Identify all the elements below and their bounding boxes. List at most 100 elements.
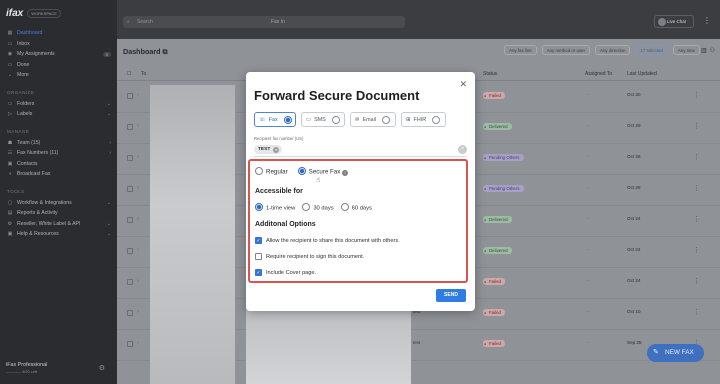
filter-fax-line[interactable]: Any fax line xyxy=(504,45,537,55)
channel-selector: ☏ Fax ▭ SMS ✉ Email ⊞ FHIR xyxy=(254,112,446,127)
more-options-icon[interactable]: ⋮ xyxy=(703,16,711,25)
new-fax-button[interactable]: ✎ NEW FAX xyxy=(647,344,704,362)
chevron-right-icon[interactable]: › xyxy=(137,340,139,346)
reports-icon: ▤ xyxy=(7,210,13,217)
sidebar-item-label: Dashboard xyxy=(17,30,43,37)
sidebar-item-more[interactable]: ⌄ More xyxy=(6,70,111,81)
row-more-icon[interactable]: ⋮ xyxy=(693,91,700,99)
sms-icon: ▭ xyxy=(306,117,312,123)
view-toggle-icons[interactable]: ▥⚇ xyxy=(701,47,718,54)
column-assigned[interactable]: Assigned To xyxy=(585,71,612,77)
chevron-right-icon[interactable]: › xyxy=(137,123,139,129)
row-more-icon[interactable]: ⋮ xyxy=(693,308,700,316)
channel-email[interactable]: ✉ Email xyxy=(350,112,396,127)
recipient-field[interactable]: TEST × × xyxy=(254,144,467,157)
channel-radio[interactable] xyxy=(283,116,292,124)
sidebar-item-folders[interactable]: ▭ Folders ⌄ xyxy=(6,99,111,110)
row-checkbox[interactable] xyxy=(127,124,133,130)
sidebar-item-reseller[interactable]: ⚙ Reseller, White Label & API ⌄ xyxy=(6,219,111,230)
row-checkbox[interactable] xyxy=(127,217,133,223)
status-badge: Failed xyxy=(483,309,505,316)
row-more-icon[interactable]: ⋮ xyxy=(693,153,700,161)
logo-row: ifax WORKSPACE xyxy=(6,6,111,20)
clear-recipient-icon[interactable]: × xyxy=(458,145,467,154)
sidebar-item-label: Done xyxy=(17,61,30,68)
chevron-right-icon[interactable]: › xyxy=(137,309,139,315)
external-link-icon[interactable]: ⧉ xyxy=(163,47,168,56)
chevron-right-icon[interactable]: › xyxy=(137,154,139,160)
filter-bar: Any fax line Any method or user Any dire… xyxy=(504,45,700,55)
sidebar-item-label: Inbox xyxy=(17,40,30,47)
sidebar-item-inbox[interactable]: ▭ Inbox xyxy=(6,39,111,50)
send-button[interactable]: SEND xyxy=(436,289,466,302)
sidebar-item-contacts[interactable]: ▣ Contacts xyxy=(6,159,111,170)
chevron-right-icon[interactable]: › xyxy=(137,185,139,191)
sidebar-item-done[interactable]: ▭ Done xyxy=(6,60,111,71)
row-checkbox[interactable] xyxy=(127,279,133,285)
channel-radio[interactable] xyxy=(331,116,340,124)
close-icon[interactable]: ✕ xyxy=(459,79,467,90)
filter-method-user[interactable]: Any method or user xyxy=(541,45,591,55)
status-badge: Failed xyxy=(483,92,505,99)
row-more-icon[interactable]: ⋮ xyxy=(693,215,700,223)
search-placeholder: Search xyxy=(137,19,153,25)
filter-direction[interactable]: Any direction xyxy=(595,45,631,55)
plan-box[interactable]: iFax Professional ———— 9/20 Left ⚙ xyxy=(6,362,111,374)
row-assigned: - xyxy=(587,154,589,159)
column-last-updated[interactable]: Last Updated xyxy=(627,71,657,77)
recipient-chip-text: TEST xyxy=(258,147,271,152)
recipient-chip[interactable]: TEST × xyxy=(254,145,283,154)
sidebar-item-my-assignments[interactable]: ◉ My Assignments 0 xyxy=(6,49,111,60)
sidebar-item-label: Broadcast Fax xyxy=(17,171,51,178)
row-more-icon[interactable]: ⋮ xyxy=(693,184,700,192)
row-assigned: - xyxy=(587,123,589,128)
row-checkbox[interactable] xyxy=(127,341,133,347)
sidebar-item-labels[interactable]: ▷ Labels ⌄ xyxy=(6,109,111,120)
row-checkbox[interactable] xyxy=(127,186,133,192)
workspace-switcher[interactable]: WORKSPACE xyxy=(27,8,61,18)
fhir-icon: ⊞ xyxy=(406,117,411,123)
sidebar-item-team[interactable]: ☗ Team (15) › xyxy=(6,138,111,149)
chevron-right-icon[interactable]: › xyxy=(137,216,139,222)
remove-chip-icon[interactable]: × xyxy=(273,146,280,153)
sidebar-item-workflow[interactable]: ▢ Workflow & Integrations ⌄ xyxy=(6,198,111,209)
chevron-right-icon[interactable]: › xyxy=(137,278,139,284)
gear-icon[interactable]: ⚙ xyxy=(99,364,105,372)
sidebar-item-fax-numbers[interactable]: ☷ Fax Numbers (11) › xyxy=(6,148,111,159)
row-checkbox[interactable] xyxy=(127,310,133,316)
channel-radio[interactable] xyxy=(382,116,391,124)
row-updated: Oct 28 xyxy=(627,185,641,190)
row-checkbox[interactable] xyxy=(127,93,133,99)
search-input[interactable]: ⌕ Search Fax In xyxy=(123,16,405,28)
row-more-icon[interactable]: ⋮ xyxy=(693,277,700,285)
row-updated: Oct 28 xyxy=(627,154,641,159)
sidebar-item-dashboard[interactable]: ▦ Dashboard xyxy=(6,28,111,39)
sidebar-item-help[interactable]: ▣ Help & Resources ⌄ xyxy=(6,229,111,240)
section-tools: TOOLS xyxy=(7,188,25,194)
row-assigned: - xyxy=(587,185,589,190)
fax-in-filter[interactable]: Fax In xyxy=(271,19,285,25)
chevron-right-icon[interactable]: › xyxy=(137,247,139,253)
sidebar-item-label: Team (15) xyxy=(17,139,41,146)
help-icon: ▣ xyxy=(7,231,13,238)
sidebar-item-reports[interactable]: ▤ Reports & Activity xyxy=(6,208,111,219)
row-updated: Oct 24 xyxy=(627,216,641,221)
channel-sms[interactable]: ▭ SMS xyxy=(301,112,345,127)
live-chat-button[interactable]: Live Chat xyxy=(654,15,694,28)
channel-fhir[interactable]: ⊞ FHIR xyxy=(401,112,446,127)
select-all-checkbox[interactable]: ☐ xyxy=(127,71,131,77)
column-to[interactable]: To xyxy=(141,71,146,77)
row-more-icon[interactable]: ⋮ xyxy=(693,246,700,254)
filter-time[interactable]: Any time xyxy=(672,45,700,55)
channel-radio[interactable] xyxy=(432,116,441,124)
channel-fax[interactable]: ☏ Fax xyxy=(254,112,296,127)
row-checkbox[interactable] xyxy=(127,248,133,254)
row-updated: Sep 25 xyxy=(627,340,642,345)
filter-status[interactable]: 17 selected xyxy=(635,45,668,55)
row-more-icon[interactable]: ⋮ xyxy=(693,122,700,130)
column-status[interactable]: Status xyxy=(483,71,497,77)
row-checkbox[interactable] xyxy=(127,155,133,161)
chevron-right-icon[interactable]: › xyxy=(137,92,139,98)
channel-label: SMS xyxy=(314,117,326,123)
sidebar-item-broadcast-fax[interactable]: ◖ Broadcast Fax xyxy=(6,169,111,180)
